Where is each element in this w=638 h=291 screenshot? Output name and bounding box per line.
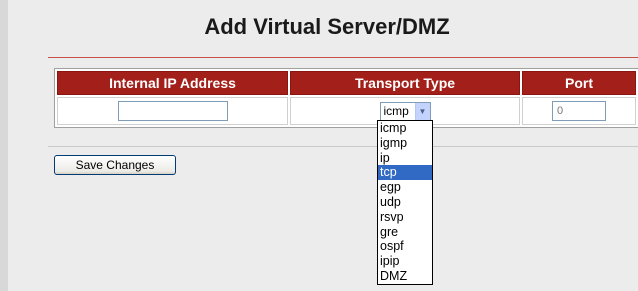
save-changes-button[interactable]: Save Changes [54,155,176,175]
transport-type-select[interactable]: icmp ▼ [379,101,431,121]
cell-port [522,97,636,125]
dropdown-option-igmp[interactable]: igmp [378,136,432,151]
dropdown-option-egp[interactable]: egp [378,180,432,195]
virtual-server-table: Internal IP Address Transport Type Port … [54,68,638,128]
transport-type-value: icmp [383,103,409,118]
dropdown-option-dmz[interactable]: DMZ [378,269,432,284]
dropdown-option-rsvp[interactable]: rsvp [378,210,432,225]
dropdown-option-udp[interactable]: udp [378,195,432,210]
transport-type-dropdown-list[interactable]: icmp igmp ip tcp egp udp rsvp gre ospf i… [377,120,433,285]
dropdown-option-tcp[interactable]: tcp [378,165,432,181]
dropdown-option-icmp[interactable]: icmp [378,121,432,136]
header-port: Port [522,71,636,95]
cell-internal-ip [57,97,288,125]
section-divider [48,146,638,147]
table-row: icmp ▼ [57,97,636,125]
dropdown-option-ipip[interactable]: ipip [378,254,432,269]
title-divider [48,57,638,58]
dropdown-option-gre[interactable]: gre [378,225,432,240]
page-title: Add Virtual Server/DMZ [204,14,450,39]
dropdown-option-ip[interactable]: ip [378,151,432,166]
header-internal-ip: Internal IP Address [57,71,288,95]
dropdown-option-ospf[interactable]: ospf [378,239,432,254]
internal-ip-input[interactable] [117,101,228,121]
chevron-down-icon[interactable]: ▼ [414,102,430,120]
header-transport-type: Transport Type [290,71,520,95]
port-input[interactable] [552,101,606,121]
table-header-row: Internal IP Address Transport Type Port [57,71,636,95]
page: Add Virtual Server/DMZ Internal IP Addre… [0,0,638,291]
